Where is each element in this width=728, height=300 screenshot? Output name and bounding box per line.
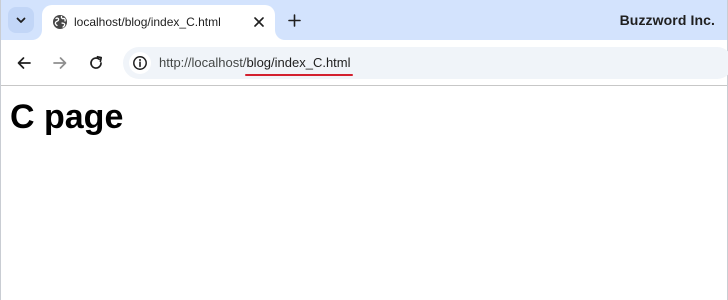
chevron-down-icon xyxy=(16,17,26,23)
url-path-text: blog/index_C.html xyxy=(246,55,351,70)
tab-title: localhost/blog/index_C.html xyxy=(74,15,221,29)
navigation-toolbar: http://localhost/blog/index_C.html xyxy=(1,40,728,86)
tab-search-button[interactable] xyxy=(8,7,34,33)
arrow-left-icon xyxy=(17,57,31,69)
back-button[interactable] xyxy=(12,51,36,75)
forward-button[interactable] xyxy=(48,51,72,75)
page-content: C page xyxy=(1,87,727,300)
plus-icon xyxy=(287,13,301,27)
reload-button[interactable] xyxy=(84,51,108,75)
address-bar[interactable]: http://localhost/blog/index_C.html xyxy=(123,47,728,79)
url-origin: http://localhost/ xyxy=(159,55,247,70)
reload-icon xyxy=(90,55,103,69)
close-tab-button[interactable] xyxy=(249,12,269,32)
new-tab-button[interactable] xyxy=(283,9,305,31)
close-icon xyxy=(254,17,264,27)
url-path: blog/index_C.html xyxy=(245,55,353,76)
profile-brand-label: Buzzword Inc. xyxy=(619,12,715,28)
browser-window: localhost/blog/index_C.html Buzzword Inc… xyxy=(0,0,728,300)
site-info-button[interactable] xyxy=(129,52,151,74)
info-icon xyxy=(133,56,147,70)
url-path-underline xyxy=(245,74,353,76)
url-text[interactable]: http://localhost/blog/index_C.html xyxy=(159,55,353,76)
tab-strip: localhost/blog/index_C.html Buzzword Inc… xyxy=(1,0,727,40)
active-tab[interactable]: localhost/blog/index_C.html xyxy=(42,5,275,40)
globe-icon xyxy=(53,15,67,29)
arrow-right-icon xyxy=(53,57,67,69)
page-heading: C page xyxy=(10,98,124,136)
